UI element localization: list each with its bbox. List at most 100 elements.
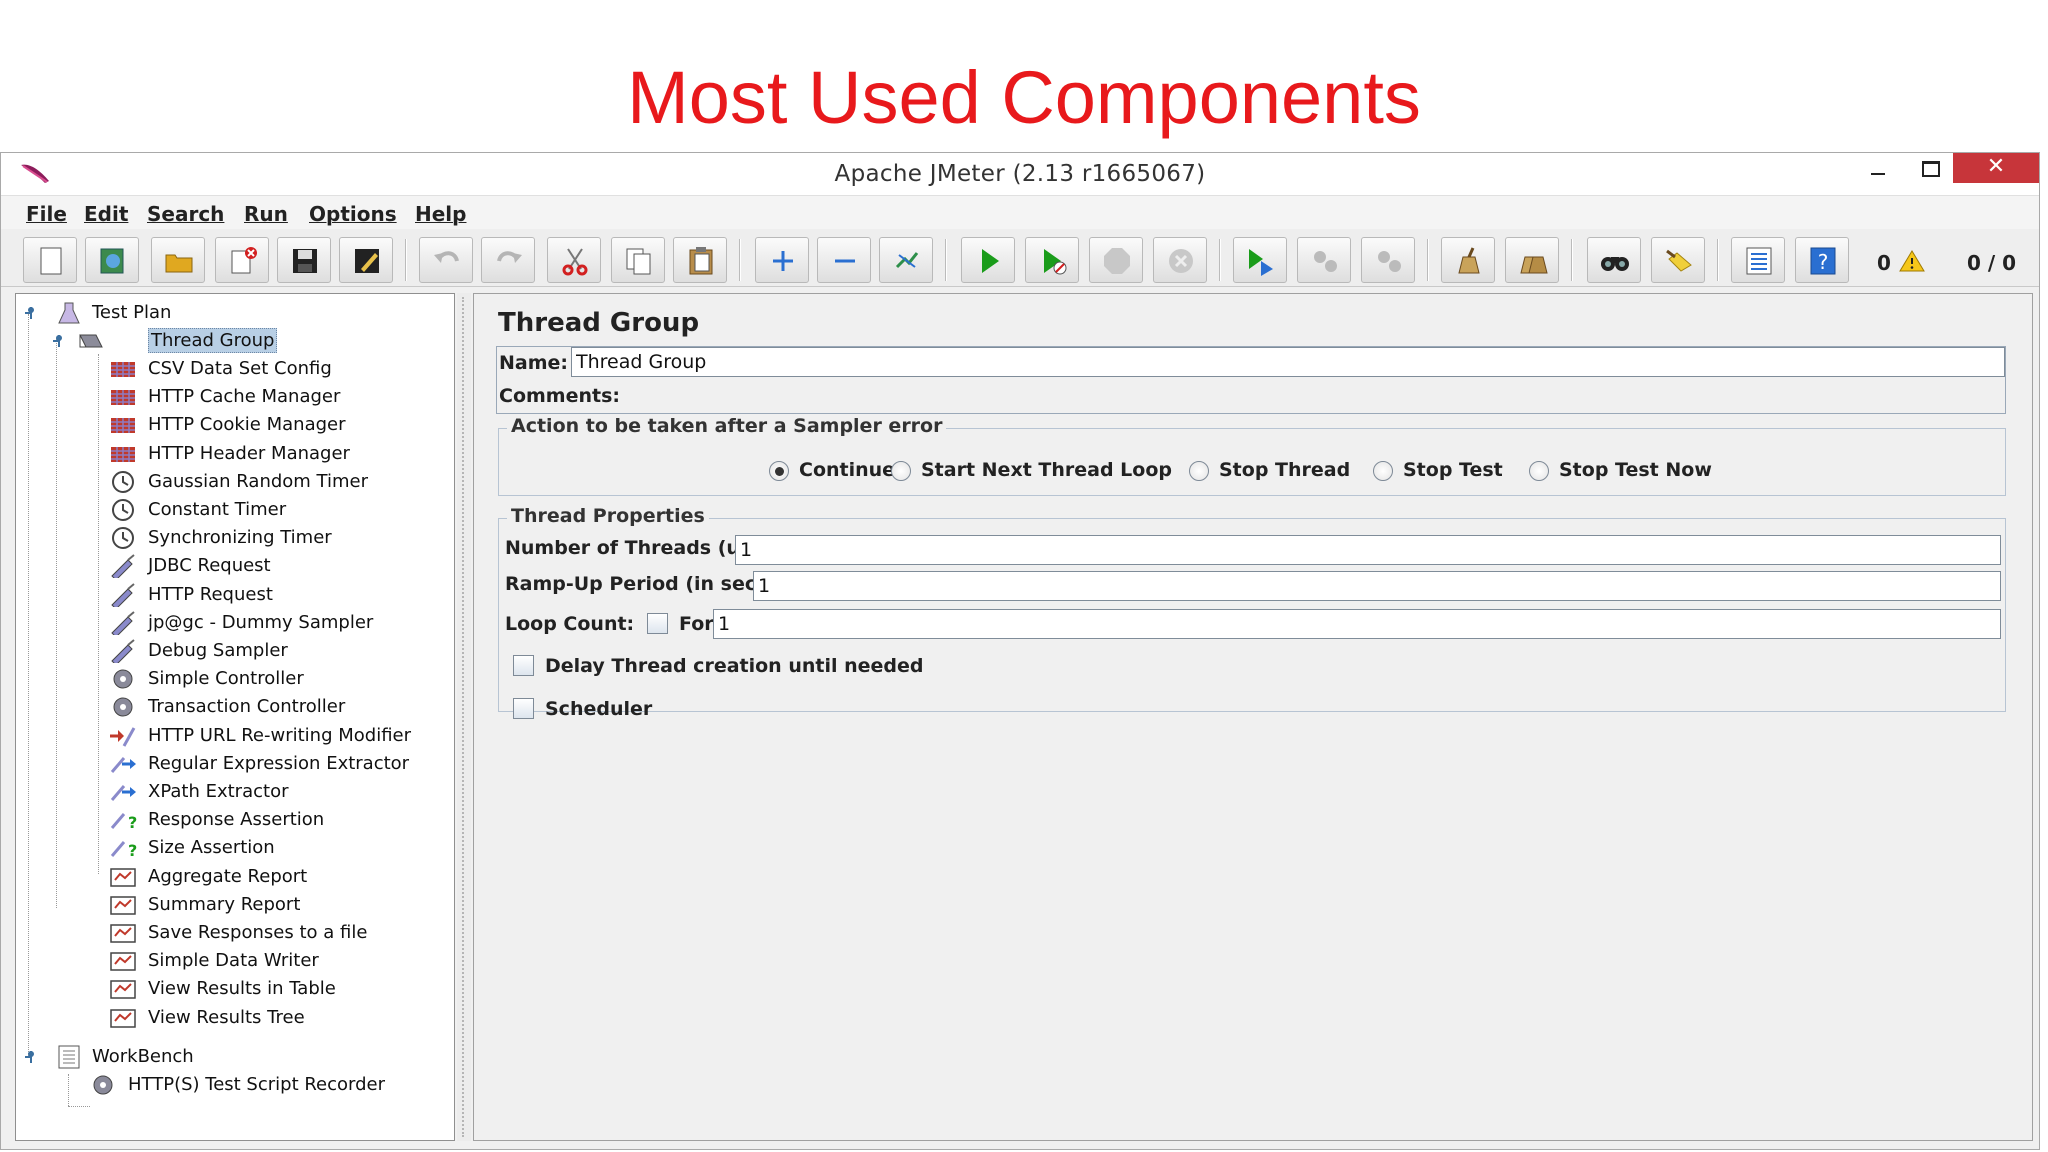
name-field[interactable] bbox=[571, 347, 2005, 377]
reset-search-button[interactable] bbox=[1651, 237, 1705, 283]
tree-node-child[interactable]: View Results in Table bbox=[108, 976, 448, 1002]
tree-node-child[interactable]: HTTP Request bbox=[108, 582, 448, 608]
tree-node-child[interactable]: CSV Data Set Config bbox=[108, 356, 448, 382]
forever-checkbox[interactable] bbox=[647, 613, 668, 634]
search-button[interactable] bbox=[1587, 237, 1641, 283]
minimize-button[interactable] bbox=[1851, 153, 1903, 183]
controller-icon bbox=[113, 669, 133, 689]
clear-icon bbox=[1458, 247, 1480, 274]
tree-node-child[interactable]: Gaussian Random Timer bbox=[108, 469, 448, 495]
threads-field[interactable] bbox=[735, 535, 2001, 565]
tree-node-child[interactable]: Debug Sampler bbox=[108, 638, 448, 664]
tree-toggle-icon[interactable] bbox=[24, 1050, 38, 1064]
title-bar: Apache JMeter (2.13 r1665067) ✕ bbox=[1, 153, 2039, 195]
postprocessor-icon bbox=[110, 785, 136, 801]
tree-node-child[interactable]: Regular Expression Extractor bbox=[108, 751, 448, 777]
remote-shutdown-all-button[interactable] bbox=[1361, 237, 1415, 283]
tree-node-child[interactable]: Save Responses to a file bbox=[108, 920, 448, 946]
tree-node-label: HTTP Cache Manager bbox=[148, 386, 341, 408]
radio-icon bbox=[1373, 461, 1393, 481]
config-icon bbox=[111, 390, 135, 406]
tree-node-child[interactable]: View Results Tree bbox=[108, 1005, 448, 1031]
menu-run[interactable]: Run bbox=[244, 202, 288, 226]
tree-node-child[interactable]: XPath Extractor bbox=[108, 779, 448, 805]
toggle-icon bbox=[895, 252, 919, 269]
menu-edit[interactable]: Edit bbox=[84, 202, 128, 226]
warning-icon[interactable] bbox=[1899, 249, 1925, 273]
undo-button[interactable] bbox=[419, 237, 473, 283]
redo-button[interactable] bbox=[481, 237, 535, 283]
scheduler-checkbox[interactable] bbox=[513, 698, 534, 719]
tree-node-child[interactable]: JDBC Request bbox=[108, 553, 448, 579]
tree-node-child[interactable]: HTTP Cache Manager bbox=[108, 384, 448, 410]
clear-all-button[interactable] bbox=[1505, 237, 1559, 283]
test-plan-tree[interactable]: Test Plan Thread Group CSV Data Set Conf… bbox=[15, 293, 455, 1141]
tree-node-child[interactable]: Summary Report bbox=[108, 892, 448, 918]
tree-node-workbench[interactable]: WorkBench bbox=[24, 1044, 444, 1070]
save-as-icon bbox=[355, 249, 379, 273]
sampler-icon bbox=[111, 639, 135, 663]
save-button[interactable] bbox=[277, 237, 331, 283]
tree-node-thread-group[interactable]: Thread Group bbox=[52, 328, 442, 354]
tree-node-child[interactable]: ? Size Assertion bbox=[108, 835, 448, 861]
tree-node-child[interactable]: ? Response Assertion bbox=[108, 807, 448, 833]
save-as-button[interactable] bbox=[339, 237, 393, 283]
toolbar-separator bbox=[405, 239, 407, 281]
start-no-pauses-button[interactable] bbox=[1025, 237, 1079, 283]
close-file-button[interactable] bbox=[215, 237, 269, 283]
templates-button[interactable] bbox=[85, 237, 139, 283]
remote-stop-all-button[interactable] bbox=[1297, 237, 1351, 283]
tree-node-child[interactable]: Aggregate Report bbox=[108, 864, 448, 890]
config-icon bbox=[111, 418, 135, 434]
tree-toggle-icon[interactable] bbox=[52, 334, 66, 348]
listener-icon bbox=[110, 1008, 136, 1028]
toolbar-separator bbox=[739, 239, 741, 281]
tree-node-child[interactable]: HTTP Cookie Manager bbox=[108, 412, 448, 438]
toolbar-separator bbox=[1717, 239, 1719, 281]
copy-button[interactable] bbox=[611, 237, 665, 283]
postprocessor-icon bbox=[110, 756, 136, 773]
scheduler-label: Scheduler bbox=[545, 698, 653, 720]
tree-node-child[interactable]: Synchronizing Timer bbox=[108, 525, 448, 551]
tree-toggle-icon[interactable] bbox=[24, 306, 38, 320]
paste-button[interactable] bbox=[673, 237, 727, 283]
rampup-field[interactable] bbox=[753, 571, 2001, 601]
cut-button[interactable] bbox=[547, 237, 601, 283]
tree-node-child[interactable]: Constant Timer bbox=[108, 497, 448, 523]
remote-start-all-button[interactable] bbox=[1233, 237, 1287, 283]
delay-thread-checkbox[interactable] bbox=[513, 655, 534, 676]
radio-icon bbox=[1529, 461, 1549, 481]
menu-search[interactable]: Search bbox=[147, 202, 224, 226]
collapse-all-button[interactable] bbox=[817, 237, 871, 283]
config-icon bbox=[111, 362, 135, 377]
shutdown-button[interactable] bbox=[1153, 237, 1207, 283]
toggle-button[interactable] bbox=[879, 237, 933, 283]
expand-all-button[interactable] bbox=[755, 237, 809, 283]
tree-node-child[interactable]: jp@gc - Dummy Sampler bbox=[108, 610, 448, 636]
tree-node-label: Constant Timer bbox=[148, 499, 287, 520]
tree-node-child[interactable]: Simple Controller bbox=[108, 666, 448, 692]
tree-node-child[interactable]: HTTP URL Re-writing Modifier bbox=[108, 723, 448, 749]
clear-button[interactable] bbox=[1441, 237, 1495, 283]
tree-node-label: Aggregate Report bbox=[148, 865, 308, 887]
timer-icon bbox=[112, 470, 134, 493]
tree-node-child[interactable]: HTTP Header Manager bbox=[108, 441, 448, 467]
close-window-button[interactable]: ✕ bbox=[1953, 153, 2039, 183]
tree-node-recorder[interactable]: HTTP(S) Test Script Recorder bbox=[88, 1072, 448, 1098]
maximize-button[interactable] bbox=[1903, 153, 1955, 183]
stop-button[interactable] bbox=[1089, 237, 1143, 283]
loop-count-field[interactable] bbox=[713, 609, 2001, 639]
help-button[interactable]: ? bbox=[1795, 237, 1849, 283]
menu-file[interactable]: File bbox=[26, 202, 67, 226]
open-button[interactable] bbox=[151, 237, 205, 283]
tree-node-child[interactable]: Simple Data Writer bbox=[108, 948, 448, 974]
function-helper-button[interactable] bbox=[1731, 237, 1785, 283]
tree-node-child[interactable]: Transaction Controller bbox=[108, 694, 448, 720]
menu-help[interactable]: Help bbox=[415, 202, 466, 226]
start-button[interactable] bbox=[961, 237, 1015, 283]
pane-splitter[interactable] bbox=[457, 293, 471, 1141]
toolbar-separator bbox=[1571, 239, 1573, 281]
tree-node-test-plan[interactable]: Test Plan bbox=[24, 300, 444, 326]
new-button[interactable] bbox=[23, 237, 77, 283]
menu-options[interactable]: Options bbox=[309, 202, 397, 226]
